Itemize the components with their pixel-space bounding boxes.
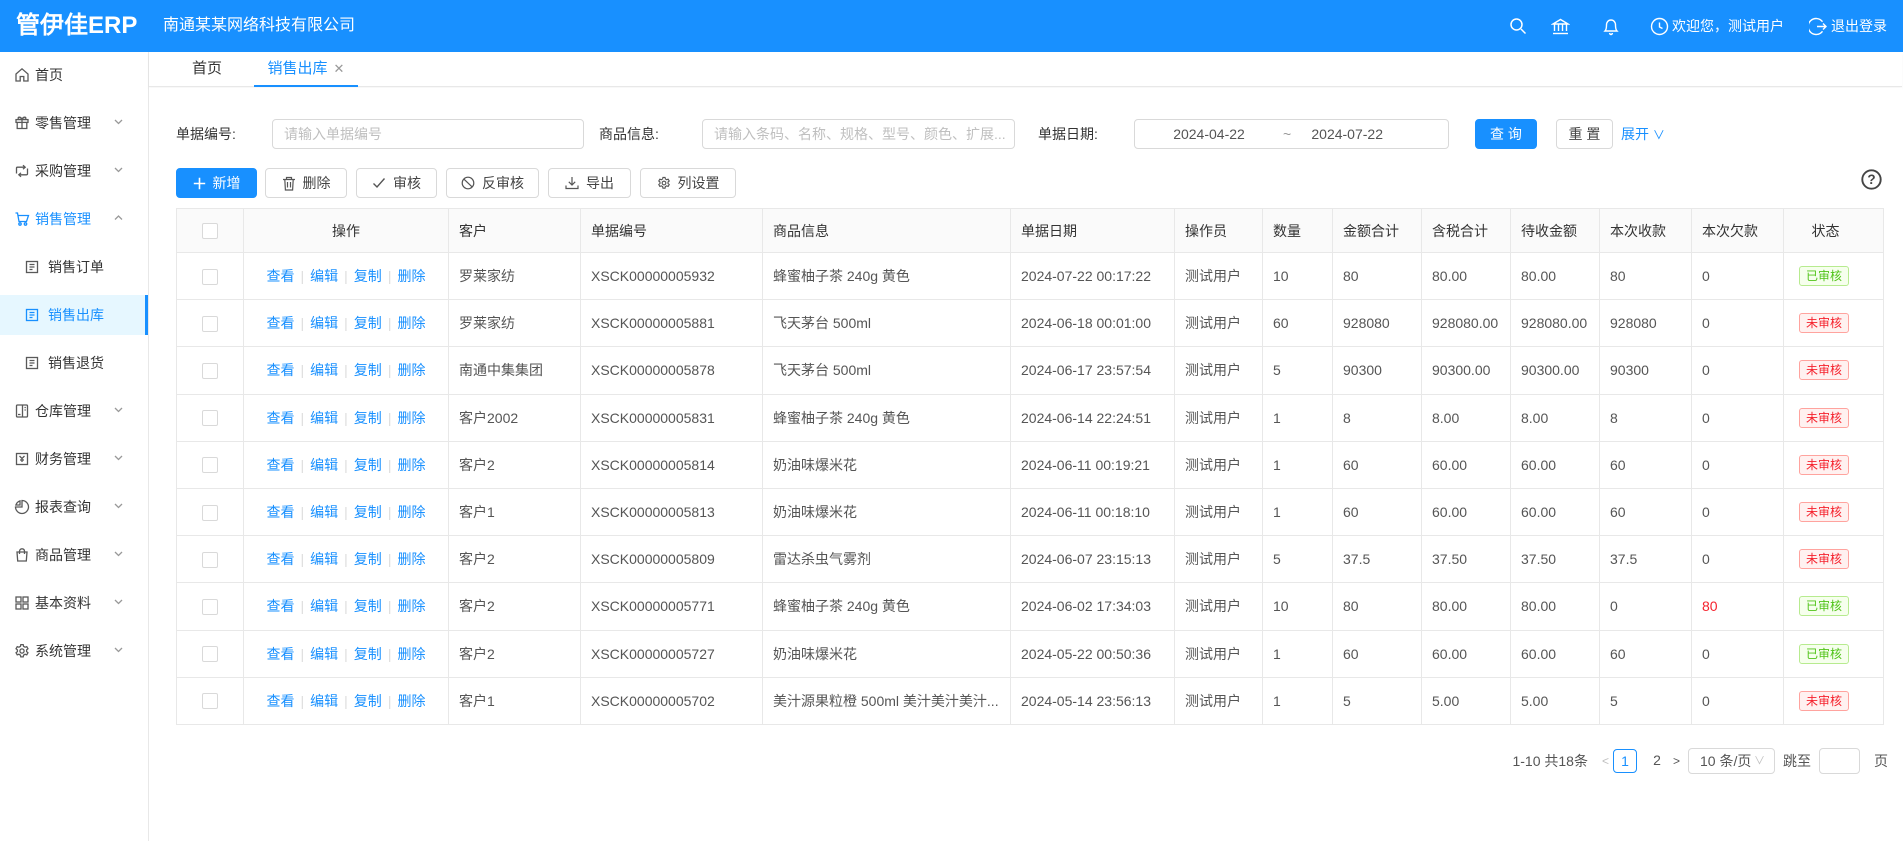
svg-text:?: ? — [1867, 172, 1875, 187]
